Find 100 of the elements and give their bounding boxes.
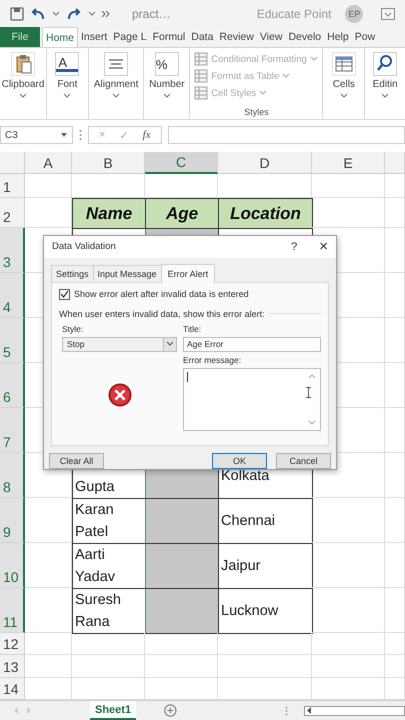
- column-header[interactable]: C: [145, 152, 218, 174]
- ribbon-button[interactable]: Editin: [372, 52, 398, 99]
- help-button[interactable]: ?: [291, 240, 298, 253]
- ribbon-tab[interactable]: View: [256, 27, 286, 47]
- dialog-tab[interactable]: Input Message: [92, 264, 162, 282]
- caret-icon: [340, 93, 348, 99]
- horizontal-scrollbar[interactable]: [304, 706, 405, 716]
- row-header[interactable]: 14: [0, 678, 25, 700]
- ribbon-tab[interactable]: Pow: [352, 27, 378, 47]
- selected-cell[interactable]: [145, 543, 219, 589]
- row-header[interactable]: 6: [0, 363, 25, 408]
- close-button[interactable]: ×: [319, 238, 328, 256]
- scroll-down-icon[interactable]: [308, 420, 316, 425]
- error-message-field[interactable]: [183, 368, 321, 431]
- ribbon-tab[interactable]: Data: [188, 27, 216, 47]
- column-header[interactable]: A: [25, 152, 72, 174]
- table-format-icon: [194, 52, 208, 66]
- field-label: Title:: [183, 324, 202, 334]
- caret-icon: [162, 93, 171, 99]
- row-header[interactable]: 3: [0, 228, 25, 273]
- scroll-left-icon[interactable]: [306, 707, 313, 714]
- percent-icon: %: [156, 56, 178, 72]
- table-header-cell: Name: [72, 198, 146, 229]
- undo-icon[interactable]: [30, 6, 46, 20]
- clear-all-button[interactable]: Clear All: [49, 453, 104, 469]
- row-header[interactable]: 4: [0, 273, 25, 318]
- table-cell: Chennai: [218, 498, 313, 544]
- caret-icon: [310, 56, 318, 62]
- column-header[interactable]: [385, 152, 405, 174]
- ribbon-tab[interactable]: Develo: [285, 27, 324, 47]
- ok-button[interactable]: OK: [212, 453, 267, 469]
- sheet-tab[interactable]: Sheet1: [90, 701, 136, 720]
- style-dropdown[interactable]: Stop: [62, 336, 177, 352]
- table-format-icon: [194, 69, 208, 83]
- caret-icon: [19, 93, 27, 99]
- section-label: When user enters invalid data, show this error alert:: [59, 308, 265, 319]
- ribbon-button[interactable]: Alignment: [94, 52, 138, 99]
- file-tab[interactable]: File: [0, 27, 40, 47]
- column-header[interactable]: B: [72, 152, 145, 174]
- save-icon[interactable]: [10, 6, 24, 20]
- insert-function-button[interactable]: fx: [142, 129, 151, 141]
- scroll-right-icon[interactable]: [26, 707, 32, 714]
- row-header[interactable]: 9: [0, 498, 25, 543]
- ribbon-tab[interactable]: Review: [216, 27, 257, 47]
- row-header[interactable]: 12: [0, 633, 25, 655]
- formula-input[interactable]: [168, 126, 405, 144]
- ribbon-button[interactable]: % Number: [149, 52, 185, 99]
- name-box[interactable]: C3: [0, 126, 73, 144]
- table-header-cell: Age: [145, 198, 219, 229]
- error-icon: [108, 382, 132, 407]
- caret-icon: [63, 93, 72, 99]
- ribbon-tab[interactable]: Page L: [110, 27, 150, 47]
- check-icon: [60, 290, 69, 298]
- add-sheet-icon[interactable]: [164, 704, 177, 717]
- column-header[interactable]: D: [218, 152, 312, 174]
- dialog-title: Data Validation: [52, 241, 117, 252]
- row-header[interactable]: 13: [0, 655, 25, 678]
- grip-icon: [79, 129, 82, 141]
- dialog-tab[interactable]: Settings: [51, 264, 94, 282]
- table-cell: Lucknow: [218, 588, 313, 634]
- caret-icon: [381, 93, 390, 99]
- selected-cell[interactable]: [145, 588, 219, 634]
- scroll-up-icon[interactable]: [308, 374, 316, 379]
- ribbon-tab[interactable]: Formul: [150, 27, 188, 47]
- row-header[interactable]: 10: [0, 543, 25, 588]
- selected-cell[interactable]: [145, 498, 219, 544]
- select-all-corner[interactable]: [0, 152, 25, 174]
- ribbon-button[interactable]: Clipboard: [2, 52, 44, 99]
- table-format-icon: [194, 86, 208, 100]
- caret-icon: [259, 90, 268, 96]
- ribbon-display-icon[interactable]: [381, 8, 396, 20]
- row-header[interactable]: 8: [0, 453, 25, 498]
- group-label: Styles: [244, 107, 269, 117]
- caret-icon: [282, 73, 290, 79]
- column-header[interactable]: E: [312, 152, 385, 174]
- ribbon-tab[interactable]: Help: [324, 27, 352, 47]
- row-header[interactable]: 7: [0, 408, 25, 453]
- redo-icon[interactable]: [66, 6, 82, 20]
- dialog-tab[interactable]: Error Alert: [160, 264, 216, 283]
- grip-icon: [284, 706, 288, 716]
- row-header[interactable]: 11: [0, 588, 25, 633]
- table-header-cell: Location: [218, 198, 313, 229]
- row-header[interactable]: 5: [0, 318, 25, 363]
- table-cell: Jaipur: [218, 543, 313, 589]
- caret-icon: [60, 132, 68, 138]
- field-label: Style:: [62, 324, 84, 334]
- cancel-button[interactable]: Cancel: [276, 453, 331, 469]
- text-cursor-icon: [306, 386, 311, 398]
- ribbon-tab[interactable]: Insert: [78, 27, 110, 47]
- more-icon[interactable]: [102, 10, 110, 16]
- title-field[interactable]: Age Error: [183, 336, 321, 352]
- caret-icon[interactable]: [88, 10, 96, 16]
- ribbon-tab[interactable]: Home: [42, 27, 78, 47]
- field-label: Error message:: [183, 354, 242, 365]
- row-header[interactable]: 1: [0, 174, 25, 198]
- document-name: pract…: [132, 6, 171, 20]
- caret-icon[interactable]: [52, 10, 60, 16]
- row-header[interactable]: 2: [0, 198, 25, 228]
- checkbox[interactable]: [59, 288, 70, 300]
- caret-icon: [112, 93, 120, 99]
